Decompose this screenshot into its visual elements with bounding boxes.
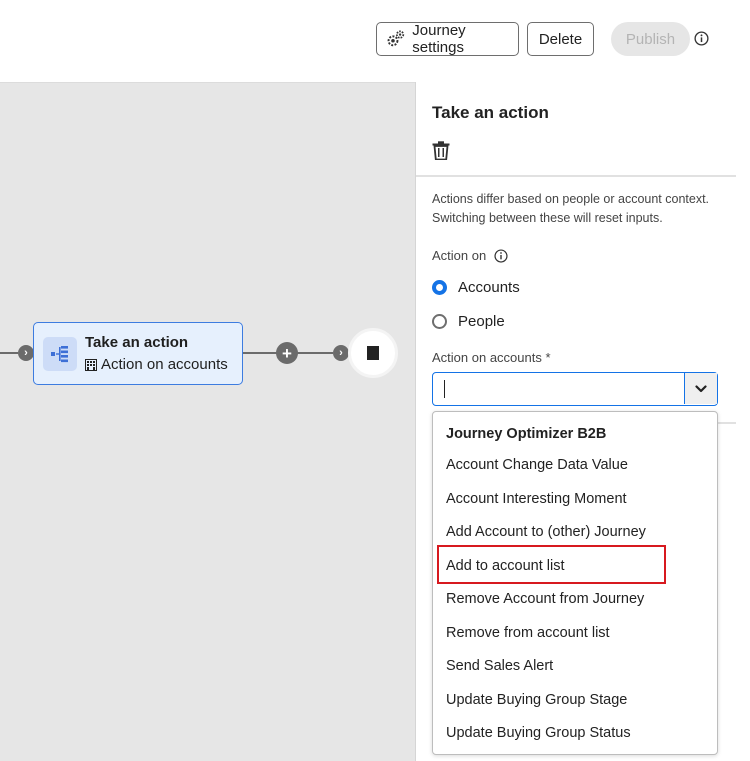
menu-item-send-sales-alert[interactable]: Send Sales Alert — [446, 658, 553, 674]
menu-item-add-account-to-journey[interactable]: Add Account to (other) Journey — [446, 524, 646, 540]
delete-button[interactable]: Delete — [527, 22, 594, 56]
radio-people[interactable]: People — [432, 313, 505, 330]
menu-item-update-buying-group-status[interactable]: Update Buying Group Status — [446, 725, 631, 741]
trash-icon[interactable] — [432, 141, 450, 160]
node-subtitle: Action on accounts — [85, 356, 228, 373]
connector-line-left — [0, 352, 18, 354]
connector-arrow-left: › — [18, 345, 34, 361]
journey-settings-button[interactable]: Journey settings — [376, 22, 519, 56]
workflow-icon — [43, 337, 77, 371]
menu-item-account-interesting-moment[interactable]: Account Interesting Moment — [446, 491, 627, 507]
panel-title: Take an action — [432, 103, 549, 122]
dropdown-section-header: Journey Optimizer B2B — [446, 426, 607, 442]
menu-item-remove-account-from-journey[interactable]: Remove Account from Journey — [446, 591, 644, 607]
info-icon[interactable] — [494, 248, 508, 263]
take-action-node[interactable]: Take an action Action on accounts — [33, 322, 243, 385]
delete-label: Delete — [538, 30, 583, 48]
panel-divider-lower — [718, 422, 736, 424]
action-on-accounts-combobox[interactable] — [432, 372, 718, 406]
publish-label: Publish — [625, 30, 676, 48]
stop-icon — [367, 346, 379, 360]
node-title: Take an action — [85, 334, 189, 351]
publish-button[interactable]: Publish — [611, 22, 690, 56]
panel-divider — [416, 175, 736, 177]
journey-canvas[interactable]: › Take an action Action on accounts + › — [0, 82, 415, 761]
top-toolbar: Journey settings Delete Publish — [0, 0, 750, 82]
text-cursor — [444, 380, 445, 398]
node-subtitle-label: Action on accounts — [101, 356, 228, 373]
panel-description: Actions differ based on people or accoun… — [432, 192, 710, 225]
chevron-down-icon — [695, 384, 707, 392]
building-icon — [85, 358, 97, 371]
radio-button-checked[interactable] — [432, 280, 447, 295]
info-icon[interactable] — [694, 31, 709, 46]
radio-people-label: People — [458, 313, 505, 330]
gears-icon — [387, 30, 405, 47]
dropdown-toggle-button[interactable] — [684, 373, 717, 404]
connector-arrow-right: › — [333, 345, 349, 361]
add-step-button[interactable]: + — [276, 342, 298, 364]
menu-item-update-buying-group-stage[interactable]: Update Buying Group Stage — [446, 692, 627, 708]
end-node[interactable] — [348, 328, 398, 378]
action-on-label: Action on — [432, 248, 508, 263]
journey-settings-label: Journey settings — [412, 22, 466, 56]
radio-accounts[interactable]: Accounts — [432, 279, 520, 296]
menu-item-account-change-data-value[interactable]: Account Change Data Value — [446, 457, 628, 473]
menu-item-remove-from-account-list[interactable]: Remove from account list — [446, 625, 610, 641]
radio-button[interactable] — [432, 314, 447, 329]
action-on-accounts-label: Action on accounts * — [432, 350, 551, 365]
radio-accounts-label: Accounts — [458, 279, 520, 296]
highlight-annotation-box — [437, 545, 666, 584]
